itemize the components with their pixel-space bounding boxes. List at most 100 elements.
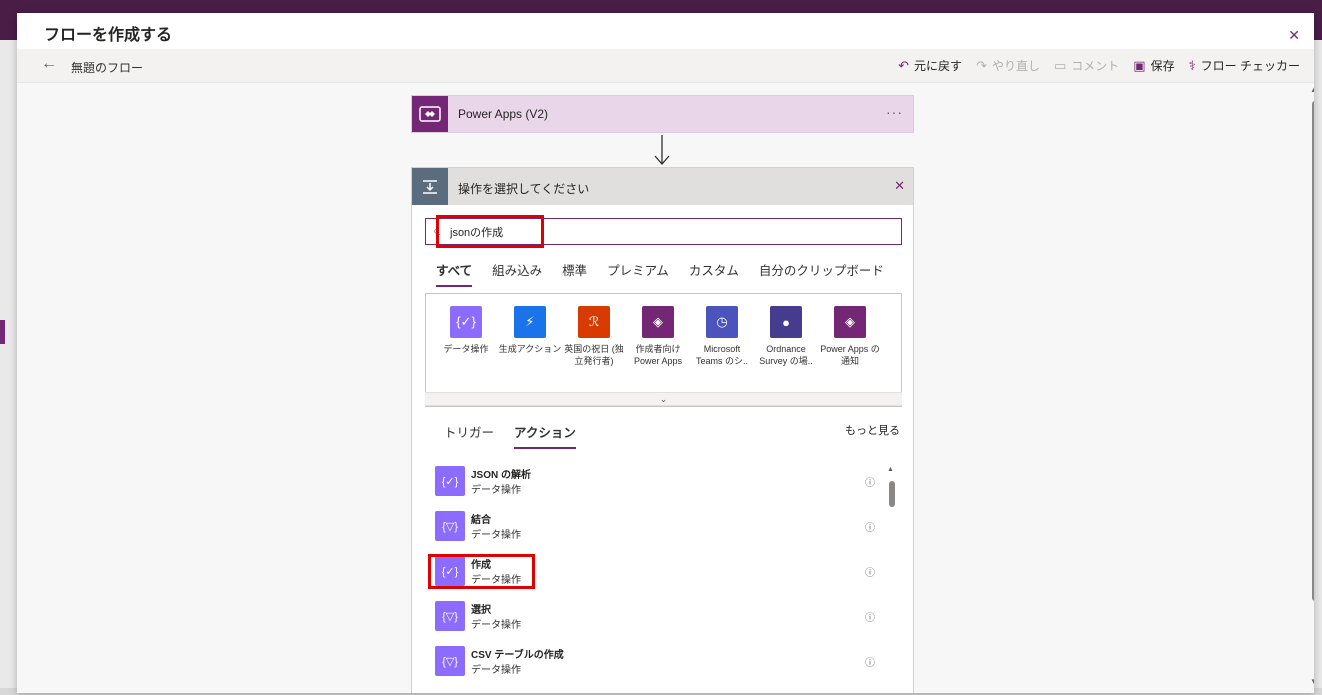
info-icon[interactable]: ⓘ: [865, 474, 875, 489]
action-join[interactable]: {▽} 結合 データ操作 ⓘ: [425, 509, 895, 554]
data-operations-icon: {✓}: [435, 556, 465, 586]
trigger-card[interactable]: Power Apps (V2) ···: [411, 95, 914, 133]
flow-checker-label: フロー チェッカー: [1200, 59, 1300, 73]
connector-power-apps-makers[interactable]: ◈ 作成者向け Power Apps: [626, 306, 690, 367]
info-icon[interactable]: ⓘ: [865, 654, 875, 669]
connector-label: 作成者向け Power Apps: [633, 344, 683, 366]
canvas-scroll-down-icon[interactable]: ▼: [1310, 677, 1314, 686]
tab-standard[interactable]: 標準: [562, 260, 587, 287]
panel-title: フローを作成する: [44, 27, 173, 44]
tab-premium[interactable]: プレミアム: [607, 260, 669, 287]
connector-generative-actions[interactable]: ⚡ 生成アクション: [498, 306, 562, 367]
close-icon[interactable]: ✕: [1288, 27, 1300, 44]
action-list: {✓} JSON の解析 データ操作 ⓘ {▽} 結合 データ操作 ⓘ {✓} …: [425, 464, 895, 689]
undo-icon: ↶: [898, 57, 910, 73]
save-label: 保存: [1150, 59, 1175, 73]
save-button[interactable]: ▣ 保存: [1133, 57, 1174, 74]
action-name: CSV テーブルの作成: [471, 650, 564, 661]
panel-header: フローを作成する ✕: [17, 13, 1314, 49]
redo-button[interactable]: ↷ やり直し: [976, 57, 1040, 74]
action-parse-json[interactable]: {✓} JSON の解析 データ操作 ⓘ: [425, 464, 895, 509]
canvas-scrollbar[interactable]: [1312, 101, 1314, 601]
action-compose[interactable]: {✓} 作成 データ操作 ⓘ: [425, 554, 895, 599]
category-tabs: すべて 組み込み 標準 プレミアム カスタム 自分のクリップボード: [436, 260, 884, 287]
list-scroll-up-icon[interactable]: ▲: [887, 466, 894, 473]
comment-label: コメント: [1071, 59, 1120, 73]
create-flow-panel: フローを作成する ✕ ← 無題のフロー ↶ 元に戻す ↷ やり直し ▭ コメント…: [17, 13, 1314, 693]
info-icon[interactable]: ⓘ: [865, 564, 875, 579]
connector-data-operations[interactable]: {✓} データ操作: [434, 306, 498, 367]
data-operations-icon: {▽}: [435, 601, 465, 631]
action-connector: データ操作: [471, 620, 521, 631]
operation-header: 操作を選択してください ✕: [412, 168, 913, 205]
ordnance-survey-icon: ●: [770, 306, 802, 338]
background-accent: [0, 320, 5, 344]
info-icon[interactable]: ⓘ: [865, 609, 875, 624]
flow-name[interactable]: 無題のフロー: [71, 59, 143, 76]
action-name: 選択: [471, 605, 491, 616]
undo-label: 元に戻す: [914, 59, 963, 73]
connector-arrow-icon: [654, 135, 670, 165]
tab-custom[interactable]: カスタム: [689, 260, 739, 287]
action-connector: データ操作: [471, 575, 521, 586]
toolbar-actions: ↶ 元に戻す ↷ やり直し ▭ コメント ▣ 保存 ⚕ フロー チェッカー: [898, 57, 1300, 74]
expand-connectors-chevron-icon[interactable]: ⌄: [425, 392, 902, 406]
action-connector: データ操作: [471, 530, 521, 541]
comment-icon: ▭: [1053, 57, 1067, 73]
see-more-link[interactable]: もっと見る: [845, 422, 900, 438]
clock-icon: ◷: [706, 306, 738, 338]
connector-label: Power Apps の通知: [820, 344, 880, 366]
operation-title: 操作を選択してください: [458, 182, 590, 196]
tab-built-in[interactable]: 組み込み: [492, 260, 542, 287]
action-name: 結合: [471, 515, 491, 526]
redo-label: やり直し: [991, 59, 1040, 73]
action-connector: データ操作: [471, 665, 521, 676]
connectors-row: {✓} データ操作 ⚡ 生成アクション ℛ 英国の祝日 (独立発行者) ◈ 作成…: [434, 306, 882, 367]
connector-power-apps-notification[interactable]: ◈ Power Apps の通知: [818, 306, 882, 367]
search-input[interactable]: [450, 223, 890, 241]
data-operations-icon: {▽}: [435, 511, 465, 541]
back-arrow-icon[interactable]: ←: [41, 55, 57, 73]
lightning-icon: ⚡: [514, 306, 546, 338]
connector-uk-holidays[interactable]: ℛ 英国の祝日 (独立発行者): [562, 306, 626, 367]
save-icon: ▣: [1133, 57, 1146, 73]
more-options-icon[interactable]: ···: [886, 104, 903, 120]
connector-ordnance-survey[interactable]: ● Ordnance Survey の場..: [754, 306, 818, 367]
tab-actions[interactable]: アクション: [514, 422, 576, 449]
power-apps-icon: ◈: [834, 306, 866, 338]
connector-label: Ordnance Survey の場..: [759, 344, 813, 366]
info-icon[interactable]: ⓘ: [865, 519, 875, 534]
tab-all[interactable]: すべて: [436, 260, 473, 287]
connectors-panel: {✓} データ操作 ⚡ 生成アクション ℛ 英国の祝日 (独立発行者) ◈ 作成…: [425, 293, 902, 407]
data-operations-icon: {✓}: [450, 306, 482, 338]
power-apps-icon: ◈: [642, 306, 674, 338]
choose-operation-card: 操作を選択してください ✕ ⌕ すべて 組み込み 標準 プレミアム カスタム 自…: [411, 167, 914, 693]
connector-label: 英国の祝日 (独立発行者): [564, 344, 624, 366]
connector-teams-shifts[interactable]: ◷ Microsoft Teams のシ..: [690, 306, 754, 367]
operation-icon: [412, 168, 448, 205]
action-name: JSON の解析: [471, 470, 532, 481]
flow-checker-button[interactable]: ⚕ フロー チェッカー: [1189, 57, 1300, 74]
tab-clipboard[interactable]: 自分のクリップボード: [759, 260, 884, 287]
power-apps-icon: [412, 96, 448, 132]
list-scrollbar[interactable]: [889, 481, 895, 507]
action-connector: データ操作: [471, 485, 521, 496]
close-icon[interactable]: ✕: [894, 178, 905, 194]
toolbar: ← 無題のフロー ↶ 元に戻す ↷ やり直し ▭ コメント ▣ 保存 ⚕ フロー…: [17, 49, 1314, 83]
action-select[interactable]: {▽} 選択 データ操作 ⓘ: [425, 599, 895, 644]
trigger-action-tabs: トリガー アクション: [444, 422, 576, 449]
connector-label: Microsoft Teams のシ..: [695, 344, 748, 366]
tab-triggers[interactable]: トリガー: [444, 422, 494, 449]
trigger-label: Power Apps (V2): [458, 107, 549, 121]
action-name: 作成: [471, 560, 491, 571]
undo-button[interactable]: ↶ 元に戻す: [898, 57, 962, 74]
holiday-icon: ℛ: [578, 306, 610, 338]
stethoscope-icon: ⚕: [1188, 57, 1196, 73]
search-box[interactable]: ⌕: [425, 218, 902, 245]
canvas-scroll-up-icon[interactable]: ▲: [1310, 85, 1314, 94]
data-operations-icon: {✓}: [435, 466, 465, 496]
data-operations-icon: {▽}: [435, 646, 465, 676]
comment-button[interactable]: ▭ コメント: [1054, 57, 1119, 74]
connector-label: 生成アクション: [498, 344, 562, 354]
action-create-csv-table[interactable]: {▽} CSV テーブルの作成 データ操作 ⓘ: [425, 644, 895, 689]
